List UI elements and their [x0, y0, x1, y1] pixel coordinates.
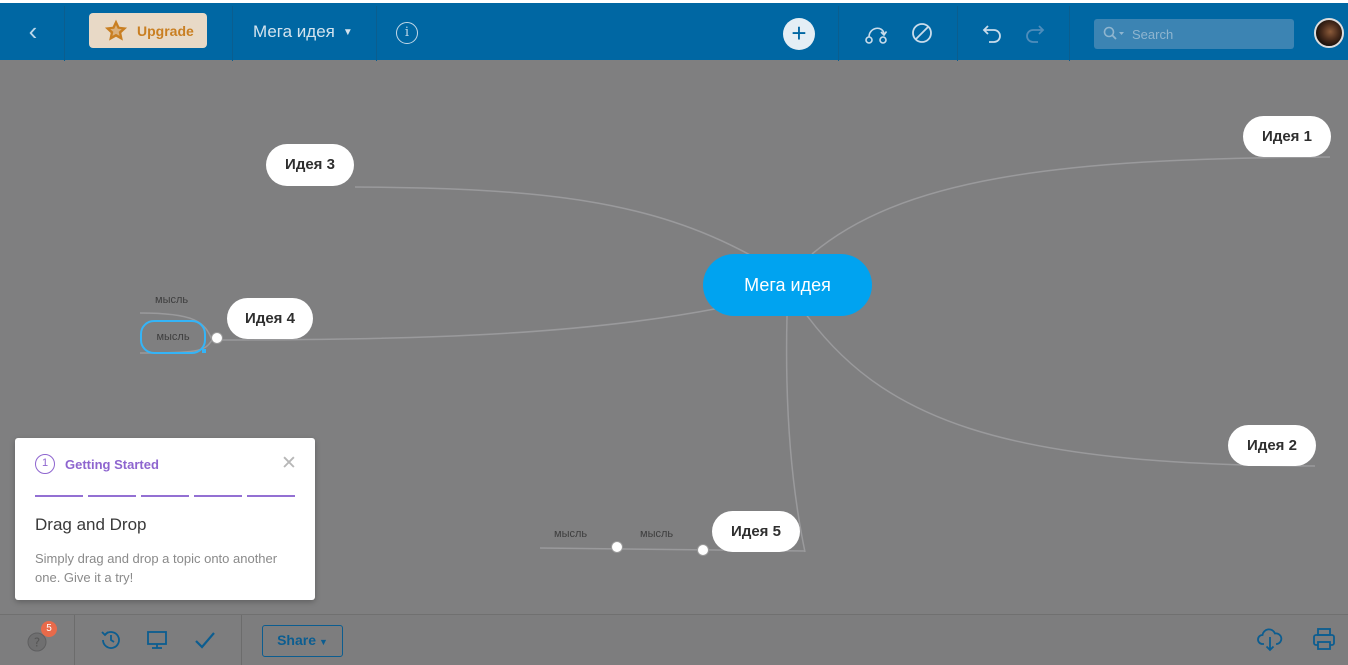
search-input[interactable]: Search — [1094, 19, 1294, 49]
progress-segment — [141, 495, 189, 497]
history-icon[interactable] — [98, 627, 124, 653]
resize-handle[interactable] — [202, 349, 206, 353]
progress-segment — [35, 495, 83, 497]
svg-text:?: ? — [34, 636, 40, 650]
tip-heading: Drag and Drop — [35, 515, 147, 534]
redo-icon[interactable] — [1022, 19, 1050, 47]
toolbar-divider — [64, 6, 65, 61]
connector-idea1 — [811, 156, 1331, 255]
share-label: Share — [277, 632, 316, 648]
star-icon — [104, 19, 128, 41]
check-icon[interactable] — [192, 627, 218, 653]
node-idea-4[interactable]: Идея 4 — [227, 298, 313, 339]
step-number-badge: 1 — [35, 454, 55, 474]
bottom-toolbar: ? 5 Share ▼ — [0, 614, 1348, 665]
notification-badge: 5 — [41, 621, 57, 637]
toolbar-divider — [838, 6, 839, 61]
progress-steps — [35, 484, 300, 502]
node-idea-5[interactable]: Идея 5 — [712, 511, 800, 552]
top-toolbar: ‹ Upgrade Мега идея ▼ i + Search — [0, 0, 1348, 61]
progress-segment — [194, 495, 242, 497]
node-idea-3[interactable]: Идея 3 — [266, 144, 354, 186]
getting-started-title: Getting Started — [65, 457, 159, 472]
collapse-handle[interactable] — [697, 544, 709, 556]
progress-segment — [88, 495, 136, 497]
upgrade-label: Upgrade — [137, 23, 194, 39]
thought-node-selected[interactable]: мысль — [140, 320, 206, 354]
upgrade-button[interactable]: Upgrade — [89, 13, 207, 48]
collapse-handle[interactable] — [211, 332, 223, 344]
progress-segment — [247, 495, 295, 497]
relationship-icon[interactable] — [862, 19, 890, 47]
search-icon — [1103, 26, 1124, 40]
toolbar-divider — [957, 6, 958, 61]
back-button[interactable]: ‹ — [18, 16, 48, 46]
add-topic-button[interactable]: + — [783, 18, 815, 50]
thought-node[interactable]: мысль — [155, 294, 188, 306]
print-icon[interactable] — [1310, 625, 1338, 653]
toolbar-divider — [1069, 6, 1070, 61]
share-button[interactable]: Share ▼ — [262, 625, 343, 657]
node-idea-1[interactable]: Идея 1 — [1243, 116, 1331, 157]
no-style-icon[interactable] — [908, 19, 936, 47]
avatar[interactable] — [1314, 18, 1344, 48]
thought-node[interactable]: мысль — [554, 528, 587, 540]
node-idea-2[interactable]: Идея 2 — [1228, 425, 1316, 466]
thought-node[interactable]: мысль — [640, 528, 673, 540]
chevron-down-icon: ▼ — [319, 637, 328, 647]
connector-idea3 — [354, 186, 753, 257]
toolbar-divider — [241, 615, 242, 665]
cloud-download-icon[interactable] — [1256, 625, 1284, 653]
collapse-handle[interactable] — [611, 541, 623, 553]
search-placeholder: Search — [1132, 27, 1174, 42]
map-title-text: Мега идея — [253, 22, 335, 41]
undo-icon[interactable] — [977, 19, 1005, 47]
central-topic[interactable]: Мега идея — [703, 254, 872, 316]
toolbar-divider — [376, 6, 377, 61]
tip-description: Simply drag and drop a topic onto anothe… — [35, 551, 278, 585]
toolbar-divider — [232, 6, 233, 61]
close-icon[interactable]: ✕ — [281, 452, 297, 475]
info-icon[interactable]: i — [396, 22, 418, 44]
getting-started-panel: 1 Getting Started ✕ Drag and Drop Simply… — [15, 438, 315, 600]
toolbar-divider — [74, 615, 75, 665]
map-title-dropdown[interactable]: Мега идея ▼ — [253, 22, 353, 42]
chevron-down-icon: ▼ — [342, 27, 353, 39]
presentation-icon[interactable] — [144, 627, 170, 653]
